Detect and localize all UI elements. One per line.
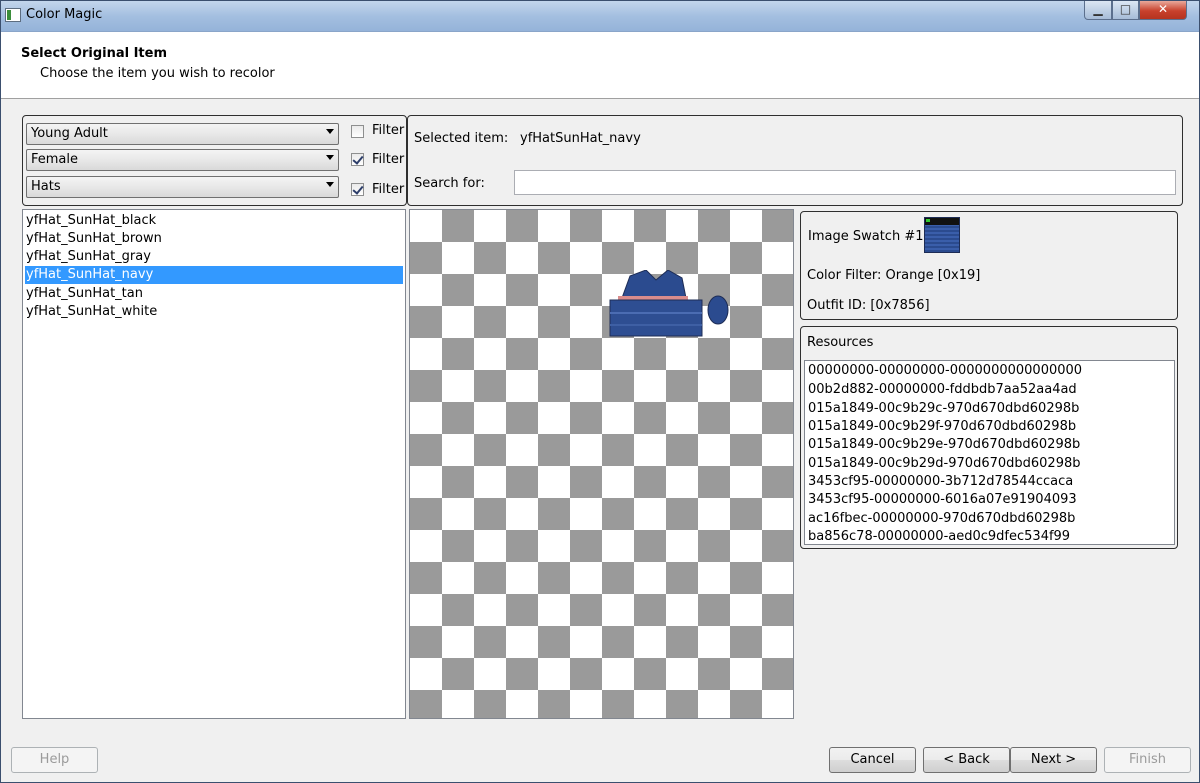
- list-item[interactable]: 015a1849-00c9b29e-970d670dbd60298b: [808, 436, 1080, 454]
- back-button[interactable]: < Back: [923, 747, 1010, 773]
- page-subtitle: Choose the item you wish to recolor: [40, 66, 275, 81]
- age-dropdown[interactable]: Young Adult: [26, 123, 339, 145]
- item-list[interactable]: yfHat_SunHat_black yfHat_SunHat_brown yf…: [22, 209, 406, 719]
- title-bar[interactable]: Color Magic ▁ □ ✕: [1, 1, 1199, 32]
- age-filter-checkbox[interactable]: [351, 125, 364, 138]
- minimize-button[interactable]: ▁: [1084, 1, 1112, 20]
- category-dropdown-value: Hats: [31, 179, 61, 194]
- wizard-header: Select Original Item Choose the item you…: [1, 32, 1199, 99]
- gender-filter-label: Filter: [372, 152, 405, 167]
- age-dropdown-value: Young Adult: [31, 126, 108, 141]
- cancel-button[interactable]: Cancel: [829, 747, 916, 773]
- search-input[interactable]: [514, 170, 1176, 195]
- finish-button[interactable]: Finish: [1104, 747, 1191, 773]
- chevron-down-icon: [326, 182, 334, 187]
- list-item[interactable]: 00000000-00000000-0000000000000000: [808, 362, 1082, 380]
- category-dropdown[interactable]: Hats: [26, 176, 339, 198]
- resources-title: Resources: [807, 335, 874, 350]
- image-swatch-label: Image Swatch #1: [808, 229, 924, 244]
- list-item[interactable]: 3453cf95-00000000-6016a07e91904093: [808, 491, 1077, 509]
- search-label: Search for:: [414, 176, 485, 191]
- list-item[interactable]: 015a1849-00c9b29f-970d670dbd60298b: [808, 418, 1076, 436]
- chevron-down-icon: [326, 129, 334, 134]
- resources-list[interactable]: 00000000-00000000-0000000000000000 00b2d…: [804, 360, 1175, 545]
- list-item[interactable]: yfHat_SunHat_white: [25, 303, 403, 321]
- maximize-button[interactable]: □: [1112, 1, 1139, 20]
- app-icon: [5, 8, 21, 22]
- gender-filter-checkbox[interactable]: [351, 153, 364, 166]
- category-filter-label: Filter: [372, 182, 405, 197]
- list-item[interactable]: yfHat_SunHat_black: [25, 212, 403, 230]
- item-preview: [409, 209, 794, 719]
- gender-dropdown-value: Female: [31, 152, 79, 167]
- color-filter-text: Color Filter: Orange [0x19]: [807, 268, 981, 283]
- gender-dropdown[interactable]: Female: [26, 149, 339, 171]
- category-filter-checkbox[interactable]: [351, 183, 364, 196]
- selected-item-label: Selected item:: [414, 131, 509, 146]
- hat-preview-image: [609, 270, 729, 337]
- list-item[interactable]: ac16fbec-00000000-970d670dbd60298b: [808, 510, 1075, 528]
- list-item[interactable]: ba856c78-00000000-aed0c9dfec534f99: [808, 528, 1070, 544]
- color-magic-window: Color Magic ▁ □ ✕ Select Original Item C…: [0, 0, 1200, 783]
- list-item[interactable]: 015a1849-00c9b29c-970d670dbd60298b: [808, 400, 1079, 418]
- chevron-down-icon: [326, 155, 334, 160]
- list-item[interactable]: yfHat_SunHat_gray: [25, 248, 403, 266]
- age-filter-label: Filter: [372, 123, 405, 138]
- page-title: Select Original Item: [21, 46, 168, 61]
- list-item-selected[interactable]: yfHat_SunHat_navy: [25, 266, 403, 284]
- close-button[interactable]: ✕: [1139, 1, 1187, 20]
- list-item[interactable]: yfHat_SunHat_tan: [25, 285, 403, 303]
- selected-item-value: yfHatSunHat_navy: [520, 131, 641, 146]
- list-item[interactable]: yfHat_SunHat_brown: [25, 230, 403, 248]
- list-item[interactable]: 015a1849-00c9b29d-970d670dbd60298b: [808, 455, 1081, 473]
- list-item[interactable]: 00b2d882-00000000-fddbdb7aa52aa4ad: [808, 381, 1077, 399]
- list-item[interactable]: 3453cf95-00000000-3b712d78544ccaca: [808, 473, 1073, 491]
- window-title: Color Magic: [26, 7, 103, 22]
- image-swatch: [924, 217, 960, 253]
- outfit-id-text: Outfit ID: [0x7856]: [807, 298, 930, 313]
- help-button[interactable]: Help: [11, 747, 98, 773]
- next-button[interactable]: Next >: [1010, 747, 1097, 773]
